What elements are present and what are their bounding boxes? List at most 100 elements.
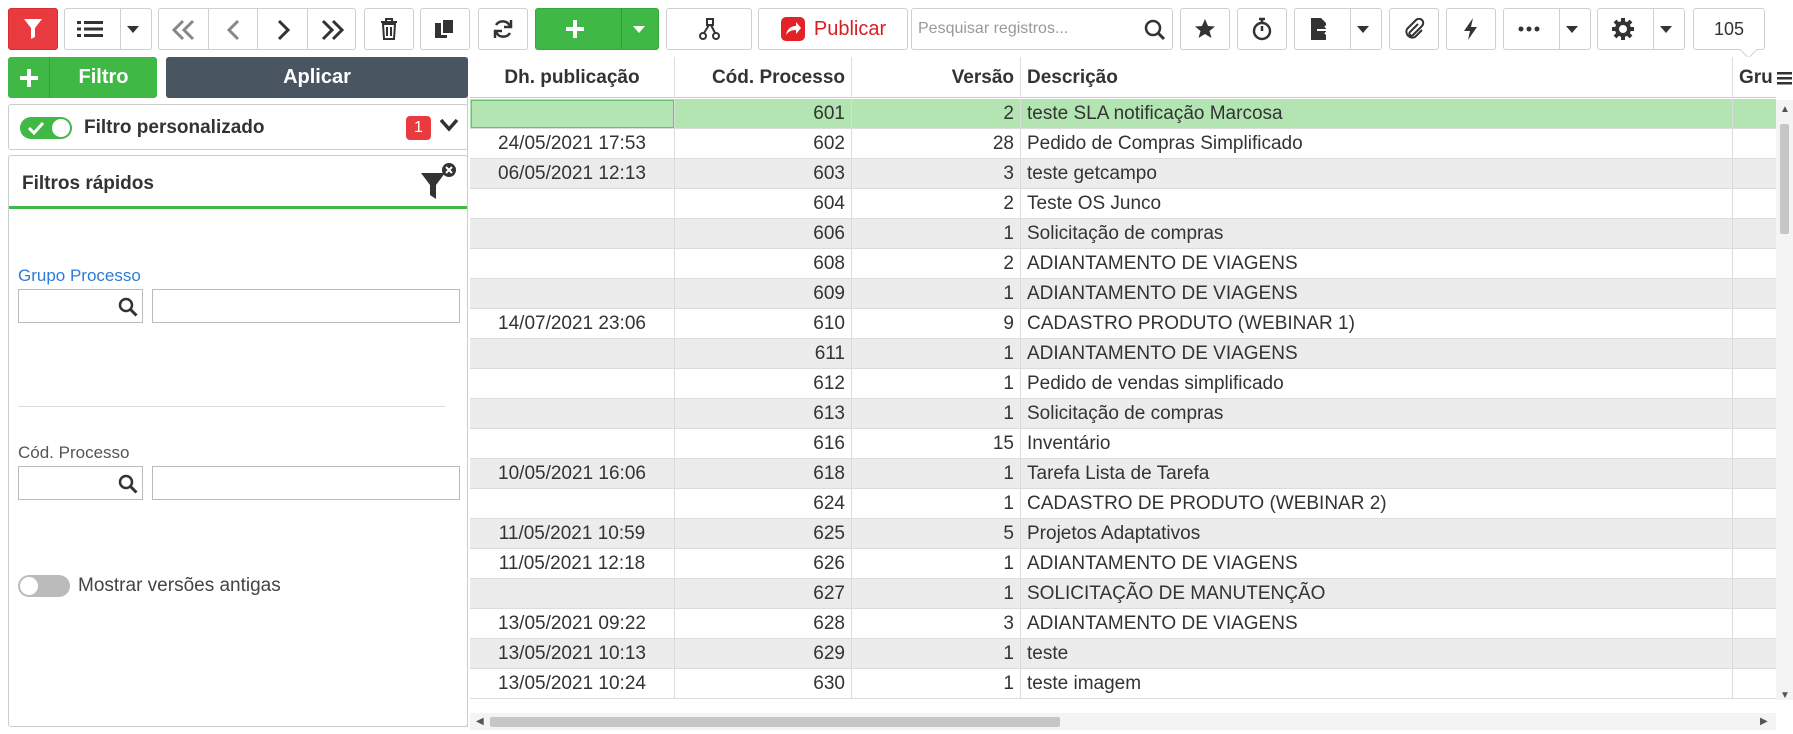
column-header-process-code[interactable]: Cód. Processo [675, 57, 852, 98]
group-process-code-input[interactable] [18, 289, 143, 323]
cell-description: ADIANTAMENTO DE VIAGENS [1021, 609, 1733, 639]
vertical-scrollbar[interactable]: ▲ ▼ [1776, 100, 1793, 701]
cell-version: 1 [852, 459, 1021, 489]
caret-down-icon[interactable] [1566, 26, 1578, 34]
caret-down-icon[interactable] [633, 26, 645, 34]
copy-button[interactable] [420, 8, 470, 50]
caret-down-icon[interactable] [127, 26, 139, 34]
previous-record-icon[interactable] [226, 19, 242, 41]
export-button[interactable] [1294, 8, 1382, 50]
process-description-input[interactable] [152, 466, 460, 500]
grid-rows: 601 2 teste SLA notificação Marcosa 24/05/2… [470, 99, 1776, 699]
table-row[interactable]: 14/07/2021 23:06 610 9 CADASTRO PRODUTO (WE… [470, 309, 1776, 339]
cell-publish-date [470, 489, 675, 519]
cell-description: SOLICITAÇÃO DE MANUTENÇÃO [1021, 579, 1733, 609]
chevron-down-icon[interactable] [439, 118, 459, 132]
horizontal-scrollbar[interactable]: ◀ ▶ [470, 713, 1776, 730]
table-row[interactable]: 609 1 ADIANTAMENTO DE VIAGENS [470, 279, 1776, 309]
publish-button[interactable]: Publicar [758, 8, 908, 50]
cell-version: 1 [852, 219, 1021, 249]
table-row[interactable]: 624 1 CADASTRO DE PRODUTO (WEBINAR 2) [470, 489, 1776, 519]
cell-process-code: 613 [675, 399, 852, 429]
scroll-down-icon[interactable]: ▼ [1780, 690, 1790, 701]
table-row[interactable]: 11/05/2021 10:59 625 5 Projetos Adaptativos [470, 519, 1776, 549]
check-icon [28, 121, 44, 135]
column-header-description[interactable]: Descrição [1021, 57, 1733, 98]
caret-down-icon[interactable] [1660, 26, 1672, 34]
table-row[interactable]: 604 2 Teste OS Junco [470, 189, 1776, 219]
table-row[interactable]: 11/05/2021 12:18 626 1 ADIANTAMENTO DE VIAG… [470, 549, 1776, 579]
process-diagram-button[interactable] [666, 8, 752, 50]
cell-version: 15 [852, 429, 1021, 459]
group-process-description-input[interactable] [152, 289, 460, 323]
column-header-group[interactable]: Gru [1733, 57, 1776, 98]
divider [18, 406, 445, 407]
table-row[interactable]: 13/05/2021 10:24 630 1 teste imagem [470, 669, 1776, 699]
table-row[interactable]: 606 1 Solicitação de compras [470, 219, 1776, 249]
more-options-button[interactable] [1503, 8, 1591, 50]
favorites-button[interactable] [1180, 8, 1230, 50]
table-row[interactable]: 13/05/2021 09:22 628 3 ADIANTAMENTO DE VIAG… [470, 609, 1776, 639]
search-input[interactable] [912, 9, 1142, 49]
column-header-publish-date[interactable]: Dh. publicação [470, 57, 675, 98]
table-row[interactable]: 611 1 ADIANTAMENTO DE VIAGENS [470, 339, 1776, 369]
cell-group [1733, 339, 1776, 369]
actions-button[interactable] [1446, 8, 1496, 50]
timer-button[interactable] [1237, 8, 1287, 50]
scroll-right-icon[interactable]: ▶ [1760, 716, 1768, 727]
process-code-input[interactable] [18, 466, 143, 500]
search-icon[interactable] [1144, 19, 1166, 41]
cell-group [1733, 369, 1776, 399]
share-icon [780, 17, 805, 41]
cell-group [1733, 579, 1776, 609]
cell-group [1733, 219, 1776, 249]
table-row[interactable]: 613 1 Solicitação de compras [470, 399, 1776, 429]
column-header-version[interactable]: Versão [852, 57, 1021, 98]
next-record-icon[interactable] [275, 19, 291, 41]
settings-button[interactable] [1597, 8, 1685, 50]
cell-description: ADIANTAMENTO DE VIAGENS [1021, 339, 1733, 369]
search-icon[interactable] [118, 474, 138, 494]
refresh-button[interactable] [478, 8, 528, 50]
cell-publish-date [470, 369, 675, 399]
custom-filter-toggle[interactable] [20, 117, 72, 139]
toolbar: Publicar 105 [0, 0, 1793, 57]
table-row[interactable]: 616 15 Inventário [470, 429, 1776, 459]
cell-description: teste getcampo [1021, 159, 1733, 189]
delete-button[interactable] [364, 8, 414, 50]
cell-description: Teste OS Junco [1021, 189, 1733, 219]
list-view-button[interactable] [64, 8, 152, 50]
funnel-icon [24, 19, 42, 39]
filter-toggle-button[interactable] [8, 8, 58, 50]
search-icon[interactable] [118, 297, 138, 317]
first-record-icon[interactable] [171, 19, 197, 41]
cell-description: Inventário [1021, 429, 1733, 459]
table-row[interactable]: 612 1 Pedido de vendas simplificado [470, 369, 1776, 399]
table-row[interactable]: 10/05/2021 16:06 618 1 Tarefa Lista de Tare… [470, 459, 1776, 489]
table-row[interactable]: 608 2 ADIANTAMENTO DE VIAGENS [470, 249, 1776, 279]
horizontal-scroll-thumb[interactable] [490, 717, 1060, 727]
add-filter-button[interactable]: Filtro [8, 57, 157, 98]
cell-group [1733, 669, 1776, 699]
add-record-button[interactable] [535, 8, 659, 50]
last-record-icon[interactable] [319, 19, 345, 41]
table-row[interactable]: 24/05/2021 17:53 602 28 Pedido de Compras S… [470, 129, 1776, 159]
plus-icon [19, 68, 38, 87]
column-menu-icon[interactable] [1776, 70, 1793, 86]
table-row[interactable]: 601 2 teste SLA notificação Marcosa [470, 99, 1776, 129]
attachments-button[interactable] [1389, 8, 1439, 50]
scroll-up-icon[interactable]: ▲ [1780, 104, 1790, 115]
table-row[interactable]: 06/05/2021 12:13 603 3 teste getcampo [470, 159, 1776, 189]
cell-description: Pedido de vendas simplificado [1021, 369, 1733, 399]
apply-filter-button[interactable]: Aplicar [166, 57, 468, 98]
clear-filter-icon[interactable] [419, 161, 457, 203]
cell-process-code: 624 [675, 489, 852, 519]
table-row[interactable]: 13/05/2021 10:13 629 1 teste [470, 639, 1776, 669]
grid-header: Dh. publicação Cód. Processo Versão Desc… [470, 57, 1776, 98]
table-row[interactable]: 627 1 SOLICITAÇÃO DE MANUTENÇÃO [470, 579, 1776, 609]
cell-version: 1 [852, 639, 1021, 669]
scroll-left-icon[interactable]: ◀ [476, 716, 484, 727]
caret-down-icon[interactable] [1357, 26, 1369, 34]
old-versions-toggle[interactable] [18, 575, 70, 597]
vertical-scroll-thumb[interactable] [1780, 124, 1789, 234]
